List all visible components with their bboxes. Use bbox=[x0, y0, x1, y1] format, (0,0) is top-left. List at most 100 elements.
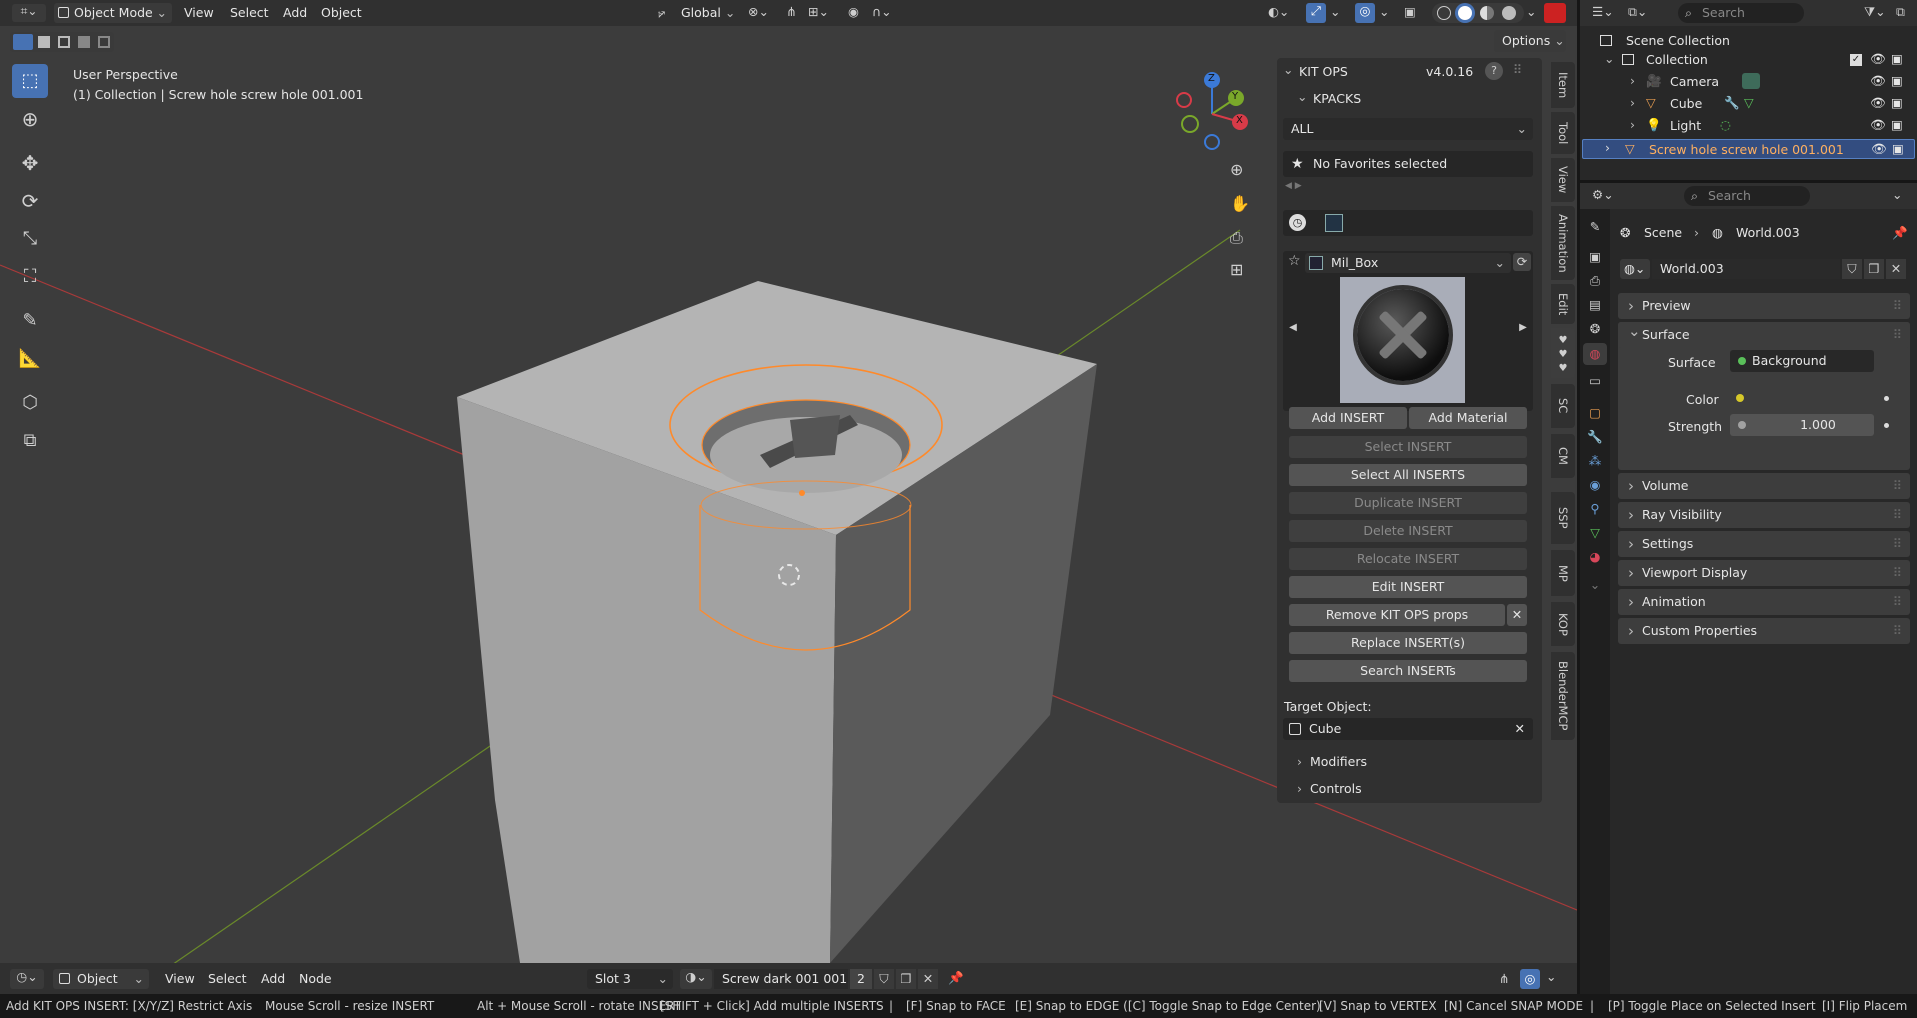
add-material-button[interactable]: Add Material bbox=[1409, 407, 1527, 429]
outliner-editor-icon[interactable]: ☰⌄ bbox=[1592, 4, 1614, 19]
camera-render-icon[interactable]: ▣ bbox=[1891, 73, 1903, 88]
outliner-item-cube[interactable]: › ▽ Cube 🔧 ▽ 👁 ▣ bbox=[1580, 95, 1917, 113]
overlay-dropdown-icon[interactable]: ⌄ bbox=[1379, 4, 1389, 19]
extra-tool-icon[interactable]: ⧉ bbox=[12, 424, 48, 458]
sidetab-edit[interactable]: Edit bbox=[1551, 284, 1575, 324]
outliner-item-light[interactable]: › 💡 Light ◌ 👁 ▣ bbox=[1580, 117, 1917, 135]
ray-visibility-section[interactable]: Ray Visibility ⠿ bbox=[1618, 502, 1910, 528]
chevron-right-icon[interactable]: › bbox=[1630, 117, 1635, 132]
camera-render-icon[interactable]: ▣ bbox=[1892, 141, 1904, 156]
camera-view-icon[interactable]: ⎙ bbox=[1230, 228, 1243, 248]
drag-handle-icon[interactable]: ⠿ bbox=[1513, 62, 1522, 77]
kitops-collapse-icon[interactable]: ⌄ bbox=[1283, 62, 1293, 77]
menu-view[interactable]: View bbox=[184, 5, 214, 20]
surface-shader-field[interactable]: Background bbox=[1730, 350, 1874, 372]
render-tab-icon[interactable]: ▣ bbox=[1585, 249, 1605, 264]
display-mode-icon[interactable]: ⧉⌄ bbox=[1628, 4, 1647, 20]
options-dropdown[interactable]: Options ⌄ bbox=[1494, 30, 1566, 52]
ortho-grid-icon[interactable]: ⊞ bbox=[1230, 260, 1243, 279]
camera-render-icon[interactable]: ▣ bbox=[1891, 51, 1903, 66]
node-menu-add[interactable]: Add bbox=[261, 971, 285, 986]
delete-insert-button[interactable]: Delete INSERT bbox=[1289, 520, 1527, 542]
xray-icon[interactable]: ▣ bbox=[1404, 4, 1416, 19]
collection-row[interactable]: ⌄ Collection ✓ 👁 ▣ bbox=[1580, 51, 1917, 69]
sidetab-view[interactable]: View bbox=[1551, 158, 1575, 202]
transform-orientation[interactable]: ⦬ Global ⌄ bbox=[655, 3, 739, 23]
relocate-insert-button[interactable]: Relocate INSERT bbox=[1289, 548, 1527, 570]
pin-icon[interactable]: 📌 bbox=[1892, 223, 1908, 243]
modifier-tab-icon[interactable]: 🔧 bbox=[1585, 429, 1605, 445]
particles-tab-icon[interactable]: ⁂ bbox=[1585, 453, 1605, 468]
menu-select[interactable]: Select bbox=[230, 5, 269, 20]
color-field[interactable] bbox=[1730, 388, 1750, 408]
outliner-item-camera[interactable]: › 🎥 Camera 👁 ▣ bbox=[1580, 73, 1917, 91]
snap-toggle-icon[interactable]: ⋔ bbox=[1494, 969, 1514, 989]
new-collection-icon[interactable]: ⧉ bbox=[1896, 4, 1905, 20]
properties-editor-icon[interactable]: ⚙⌄ bbox=[1592, 187, 1614, 202]
refresh-icon[interactable]: ⟳ bbox=[1513, 253, 1531, 271]
remove-props-close-icon[interactable]: ✕ bbox=[1507, 604, 1527, 626]
navigation-gizmo[interactable] bbox=[1170, 68, 1260, 158]
remove-kitops-props-button[interactable]: Remove KIT OPS props bbox=[1289, 604, 1505, 626]
proportional-edit-icon[interactable]: ◉ bbox=[848, 4, 859, 19]
material-users-count[interactable]: 2 bbox=[850, 969, 872, 989]
surface-section[interactable]: Surface ⠿ bbox=[1618, 318, 1910, 348]
menu-object[interactable]: Object bbox=[321, 5, 362, 20]
more-tabs-icon[interactable]: ⌄ bbox=[1585, 577, 1605, 592]
material-name-field[interactable]: Screw dark 001 001 bbox=[714, 969, 848, 989]
shader-type-dropdown[interactable]: Object ⌄ bbox=[53, 969, 149, 989]
sidetab-mp[interactable]: MP bbox=[1551, 550, 1575, 596]
collection-tab-icon[interactable]: ▭ bbox=[1585, 373, 1605, 388]
properties-options-icon[interactable]: ⌄ bbox=[1892, 187, 1902, 202]
duplicate-material-icon[interactable]: ❐ bbox=[896, 969, 916, 989]
cursor-tool-icon[interactable]: ⊕ bbox=[12, 102, 48, 136]
chevron-right-icon[interactable]: › bbox=[1630, 95, 1635, 110]
select-extend-icon[interactable] bbox=[38, 36, 50, 48]
fake-user-shield-icon[interactable]: ⛉ bbox=[1842, 259, 1862, 279]
duplicate-world-icon[interactable]: ❐ bbox=[1864, 259, 1884, 279]
sidetab-tool[interactable]: Tool bbox=[1551, 112, 1575, 154]
controls-section[interactable]: › Controls bbox=[1297, 781, 1362, 796]
mode-dropdown[interactable]: Object Mode ⌄ bbox=[54, 3, 172, 23]
camera-render-icon[interactable]: ▣ bbox=[1891, 95, 1903, 110]
properties-search[interactable]: ⌕ Search bbox=[1684, 186, 1810, 206]
sidetab-sc[interactable]: SC bbox=[1551, 384, 1575, 428]
scene-collection-row[interactable]: Scene Collection bbox=[1600, 32, 1910, 50]
node-menu-view[interactable]: View bbox=[165, 971, 195, 986]
constraints-tab-icon[interactable]: ⚲ bbox=[1585, 501, 1605, 516]
eye-icon[interactable]: 👁 bbox=[1870, 51, 1886, 67]
select-insert-button[interactable]: Select INSERT bbox=[1289, 436, 1527, 458]
material-browse-icon[interactable]: ◑⌄ bbox=[680, 969, 712, 989]
duplicate-insert-button[interactable]: Duplicate INSERT bbox=[1289, 492, 1527, 514]
physics-tab-icon[interactable]: ◉ bbox=[1585, 477, 1605, 492]
gizmo-dropdown-icon[interactable]: ⌄ bbox=[1330, 4, 1340, 19]
sidetab-animation[interactable]: Animation bbox=[1551, 206, 1575, 280]
animation-section[interactable]: Animation ⠿ bbox=[1618, 589, 1910, 615]
clock-icon[interactable]: ◷ bbox=[1289, 214, 1306, 231]
breadcrumb-world[interactable]: World.003 bbox=[1736, 223, 1800, 243]
next-insert-button[interactable]: ▶ bbox=[1513, 277, 1533, 379]
edit-insert-button[interactable]: Edit INSERT bbox=[1289, 576, 1527, 598]
pivot-icon[interactable]: ⊗⌄ bbox=[748, 4, 769, 19]
world-tab-icon[interactable]: ◍ bbox=[1583, 343, 1607, 365]
favorite-star-icon[interactable]: ☆ bbox=[1288, 253, 1301, 269]
output-tab-icon[interactable]: ⎙ bbox=[1585, 273, 1605, 289]
chevron-down-icon[interactable]: ⌄ bbox=[1604, 51, 1614, 66]
sidetab-ssp[interactable]: SSP bbox=[1551, 492, 1575, 544]
wireframe-shading-icon[interactable] bbox=[1437, 6, 1451, 20]
sidetab-hearts[interactable]: ♥ ♥ ♥ bbox=[1551, 328, 1575, 378]
annotate-tool-icon[interactable]: ✎ bbox=[12, 304, 48, 338]
sidetab-blendermcp[interactable]: BlenderMCP bbox=[1551, 652, 1575, 740]
replace-inserts-button[interactable]: Replace INSERT(s) bbox=[1289, 632, 1527, 654]
outliner-item-screw-hole[interactable]: › ▽ Screw hole screw hole 001.001 👁 ▣ bbox=[1582, 139, 1915, 159]
visibility-icon[interactable]: ◐⌄ bbox=[1268, 4, 1289, 19]
prev-insert-button[interactable]: ◀ bbox=[1283, 277, 1303, 379]
eye-icon[interactable]: 👁 bbox=[1870, 117, 1886, 133]
outliner-search[interactable]: ⌕ Search bbox=[1678, 3, 1804, 23]
snap-target-icon[interactable]: ⊞⌄ bbox=[808, 4, 829, 19]
checkbox-icon[interactable]: ✓ bbox=[1850, 54, 1862, 66]
volume-section[interactable]: Volume ⠿ bbox=[1618, 473, 1910, 499]
node-menu-node[interactable]: Node bbox=[299, 971, 332, 986]
eye-icon[interactable]: 👁 bbox=[1870, 73, 1886, 89]
shading-dropdown-icon[interactable]: ⌄ bbox=[1526, 4, 1536, 19]
